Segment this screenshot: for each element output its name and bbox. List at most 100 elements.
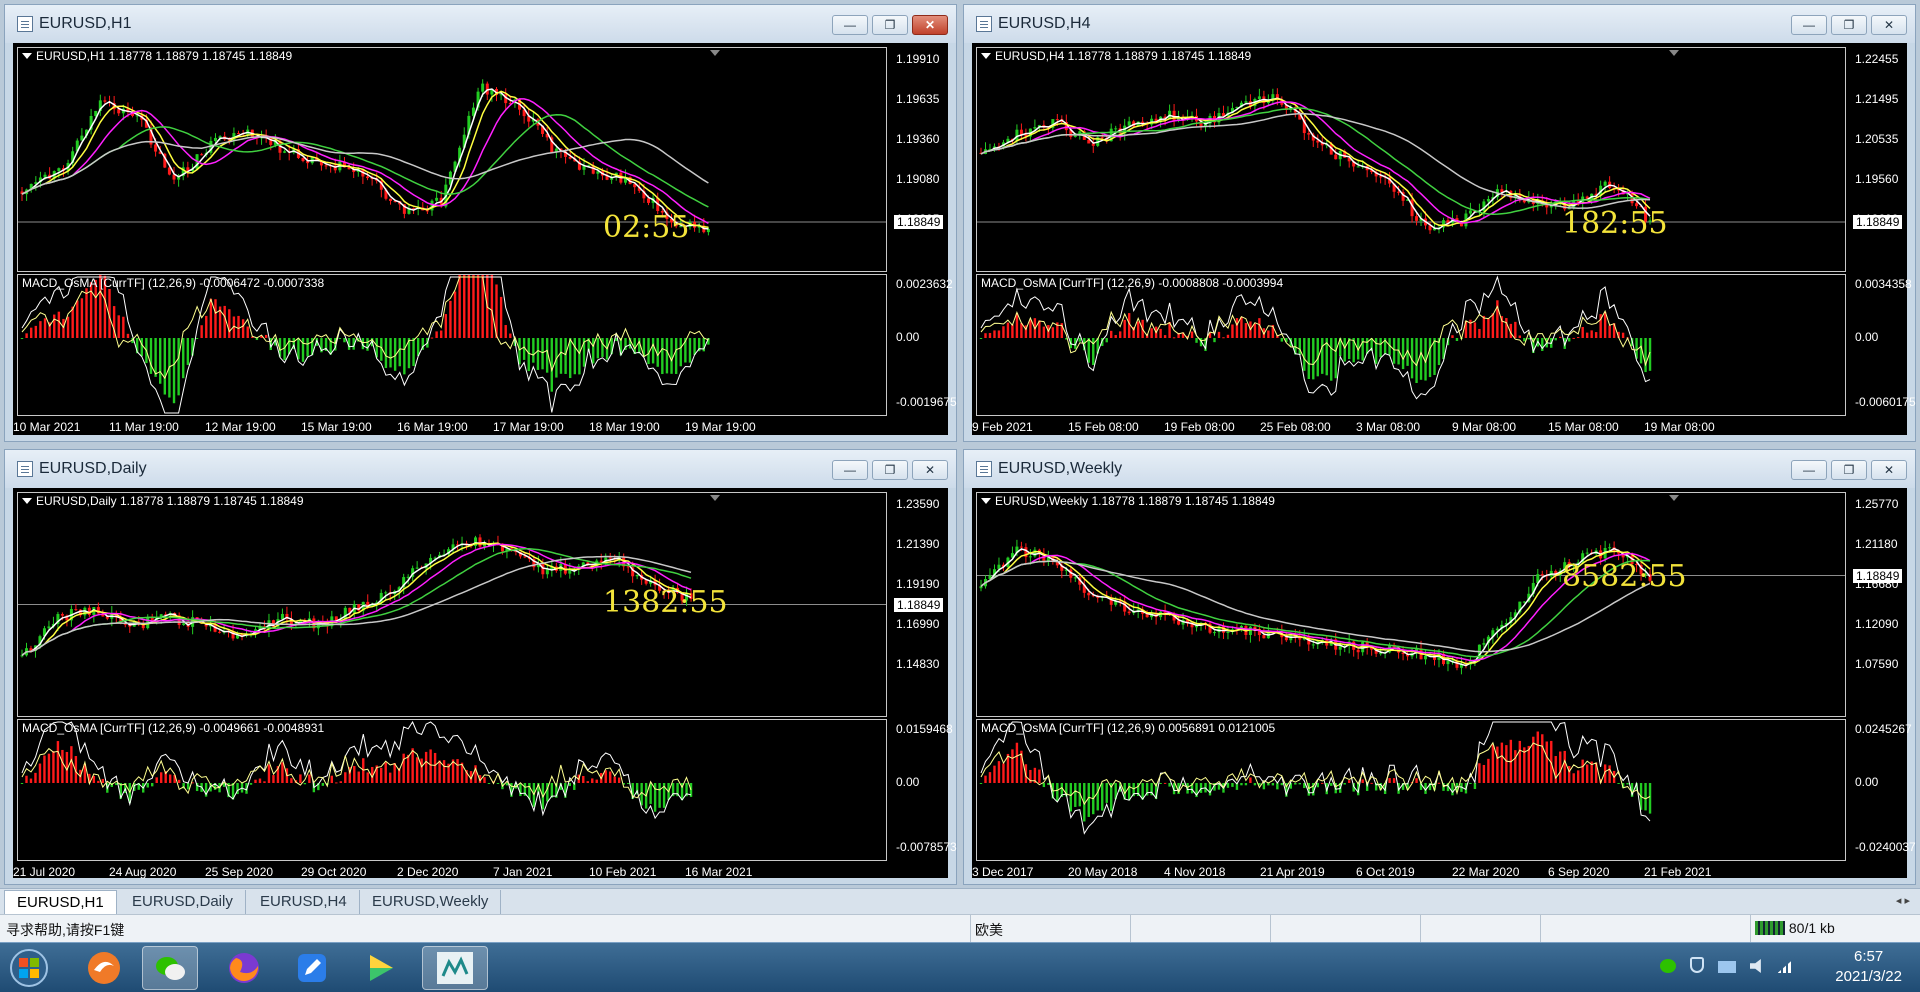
taskbar-app-1[interactable] [76, 946, 132, 990]
bar-countdown-timer: 182:55 [1562, 206, 1668, 241]
tab-scroll-arrows[interactable]: ◂ ▸ [1896, 894, 1910, 907]
close-button[interactable]: ✕ [912, 460, 948, 480]
close-button[interactable]: ✕ [1871, 15, 1907, 35]
tab-eurusd-daily[interactable]: EURUSD,Daily [120, 890, 246, 914]
time-axis-label: 11 Mar 19:00 [109, 420, 179, 434]
taskbar-media-player[interactable] [352, 946, 408, 990]
restore-button[interactable]: ❐ [1831, 460, 1867, 480]
chart-shift-marker-icon[interactable] [710, 50, 720, 56]
volume-muted-icon[interactable] [1749, 959, 1761, 973]
time-axis-label: 10 Mar 2021 [13, 420, 81, 434]
chart-shift-marker-icon[interactable] [710, 495, 720, 501]
macd-histogram-bar [1648, 783, 1652, 814]
chart-window-weekly[interactable]: EURUSD,Weekly — ❐ ✕ EURUSD,Weekly 1.1877… [963, 449, 1916, 885]
macd-histogram-bar [1074, 783, 1077, 807]
network-icon[interactable] [1717, 961, 1736, 973]
macd-pane[interactable]: MACD_OsMA [CurrTF] (12,26,9) -0.0008808 … [976, 274, 1916, 416]
macd-histogram-bar [1644, 338, 1647, 373]
signal-icon[interactable] [1777, 959, 1794, 973]
minimize-button[interactable]: — [832, 460, 868, 480]
restore-button[interactable]: ❐ [872, 460, 908, 480]
tab-eurusd-weekly[interactable]: EURUSD,Weekly [360, 890, 502, 914]
candle-body [57, 168, 61, 172]
price-pane[interactable]: EURUSD,H1 1.18778 1.18879 1.18745 1.1884… [17, 47, 944, 272]
wechat-tray-icon[interactable] [1660, 959, 1676, 973]
macd-histogram-bar [613, 776, 616, 783]
macd-histogram-bar [195, 338, 199, 339]
collapse-triangle-icon[interactable] [22, 53, 32, 59]
minimize-button[interactable]: — [832, 15, 868, 35]
minimize-button[interactable]: — [1791, 460, 1827, 480]
price-legend: EURUSD,H1 1.18778 1.18879 1.18745 1.1884… [22, 49, 292, 63]
macd-histogram-bar [1029, 319, 1032, 338]
collapse-triangle-icon[interactable] [22, 498, 32, 504]
chart-window-daily[interactable]: EURUSD,Daily — ❐ ✕ EURUSD,Daily 1.18778 … [4, 449, 957, 885]
macd-histogram-bar [402, 753, 405, 783]
close-button[interactable]: ✕ [912, 15, 948, 35]
status-connection[interactable]: 80/1 kb [1750, 915, 1920, 943]
macd-legend: MACD_OsMA [CurrTF] (12,26,9) -0.0049661 … [22, 721, 325, 735]
time-axis-label: 12 Mar 19:00 [205, 420, 276, 434]
macd-histogram-bar [97, 780, 100, 783]
price-pane[interactable]: EURUSD,Weekly 1.18778 1.18879 1.18745 1.… [976, 492, 1903, 717]
restore-button[interactable]: ❐ [1831, 15, 1867, 35]
tab-eurusd-h4[interactable]: EURUSD,H4 [248, 890, 360, 914]
shield-icon[interactable] [1689, 957, 1704, 973]
restore-button[interactable]: ❐ [872, 15, 908, 35]
macd-histogram-bar [472, 275, 475, 338]
candle-body [626, 566, 630, 568]
window-title-bar[interactable]: EURUSD,Weekly — ❐ ✕ [964, 450, 1915, 488]
taskbar-metatrader[interactable] [422, 946, 488, 990]
chart-client-area[interactable]: EURUSD,H1 1.18778 1.18879 1.18745 1.1884… [13, 43, 957, 435]
time-axis-label: 3 Dec 2017 [972, 865, 1034, 879]
macd-pane[interactable]: MACD_OsMA [CurrTF] (12,26,9) -0.0006472 … [17, 274, 957, 416]
collapse-triangle-icon[interactable] [981, 53, 991, 59]
chart-window-h4[interactable]: EURUSD,H4 — ❐ ✕ EURUSD,H4 1.18778 1.1887… [963, 4, 1916, 442]
candle-body [1127, 121, 1131, 126]
taskbar-firefox[interactable] [216, 946, 272, 990]
price-pane[interactable]: EURUSD,H4 1.18778 1.18879 1.18745 1.1884… [976, 47, 1903, 272]
price-axis-label: 1.19910 [896, 52, 940, 66]
tab-eurusd-h1[interactable]: EURUSD,H1 [4, 890, 117, 914]
taskbar-clock[interactable]: 6:57 2021/3/22 [1835, 947, 1902, 987]
macd-histogram-bar [1576, 337, 1580, 339]
window-title-bar[interactable]: EURUSD,H4 — ❐ ✕ [964, 5, 1915, 43]
macd-histogram-bar [338, 338, 342, 339]
price-pane[interactable]: EURUSD,Daily 1.18778 1.18879 1.18745 1.1… [17, 492, 944, 717]
macd-histogram-bar [335, 782, 338, 784]
macd-histogram-bar [249, 783, 253, 785]
macd-histogram-bar [568, 338, 572, 379]
taskbar-wechat[interactable] [142, 946, 198, 990]
macd-histogram-bar [411, 748, 414, 783]
macd-chart-svg [979, 721, 1652, 835]
macd-histogram-bar [1114, 335, 1117, 338]
chart-client-area[interactable]: EURUSD,Daily 1.18778 1.18879 1.18745 1.1… [13, 488, 957, 879]
close-button[interactable]: ✕ [1871, 460, 1907, 480]
minimize-button[interactable]: — [1791, 15, 1827, 35]
chart-window-h1[interactable]: EURUSD,H1 — ❐ ✕ EURUSD,H1 1.18778 1.1887… [4, 4, 957, 442]
macd-histogram-bar [573, 338, 577, 375]
window-title-bar[interactable]: EURUSD,Daily — ❐ ✕ [5, 450, 956, 488]
start-button[interactable] [4, 946, 54, 990]
macd-pane[interactable]: MACD_OsMA [CurrTF] (12,26,9) -0.0049661 … [17, 719, 957, 861]
taskbar-app-4[interactable] [284, 946, 340, 990]
candle-body [1356, 166, 1360, 168]
macd-histogram-bar [71, 306, 74, 338]
macd-histogram-bar [591, 778, 594, 783]
macd-histogram-bar [1590, 330, 1593, 338]
macd-pane[interactable]: MACD_OsMA [CurrTF] (12,26,9) 0.0056891 0… [976, 719, 1916, 861]
candle-body [154, 144, 158, 152]
macd-histogram-bar [1500, 742, 1504, 783]
candle-body [1019, 546, 1023, 548]
chart-shift-marker-icon[interactable] [1669, 495, 1679, 501]
chart-client-area[interactable]: EURUSD,H4 1.18778 1.18879 1.18745 1.1884… [972, 43, 1916, 435]
macd-histogram-bar [303, 783, 307, 785]
clock-date: 2021/3/22 [1835, 968, 1902, 985]
collapse-triangle-icon[interactable] [981, 498, 991, 504]
chart-client-area[interactable]: EURUSD,Weekly 1.18778 1.18879 1.18745 1.… [972, 488, 1916, 879]
metatrader-app-icon [437, 952, 473, 984]
window-title-bar[interactable]: EURUSD,H1 — ❐ ✕ [5, 5, 956, 43]
chart-shift-marker-icon[interactable] [1669, 50, 1679, 56]
macd-signal-line [980, 741, 1651, 806]
macd-histogram-bar [1298, 338, 1302, 355]
